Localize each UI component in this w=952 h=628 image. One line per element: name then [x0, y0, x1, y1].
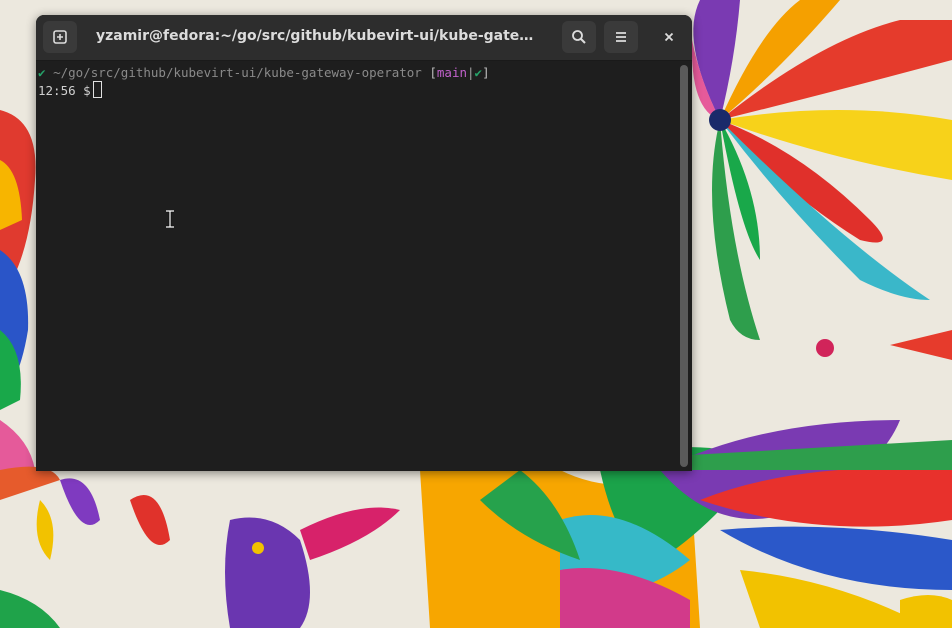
headerbar: yzamir@fedora:~/go/src/github/kubevirt-u… — [36, 15, 692, 61]
prompt-input-line: 12:56 $ — [38, 81, 682, 98]
prompt-status-line: ✔ ~/go/src/github/kubevirt-ui/kube-gatew… — [38, 64, 682, 81]
git-bracket-close: ] — [482, 65, 490, 80]
status-check-mark: ✔ — [38, 65, 46, 80]
hamburger-menu-icon — [616, 32, 626, 42]
terminal-content[interactable]: ✔ ~/go/src/github/kubevirt-ui/kube-gatew… — [36, 61, 682, 471]
prompt-time: 12:56 — [38, 83, 76, 98]
git-bracket-open: [ — [429, 65, 437, 80]
search-button[interactable] — [562, 21, 596, 53]
git-branch: main — [436, 65, 467, 80]
ibeam-cursor-icon — [166, 210, 174, 228]
scrollbar[interactable] — [680, 65, 688, 467]
close-icon — [664, 32, 674, 42]
text-cursor — [92, 81, 102, 98]
search-icon — [572, 30, 586, 44]
close-button[interactable] — [652, 21, 686, 53]
working-directory: ~/go/src/github/kubevirt-ui/kube-gateway… — [53, 65, 422, 80]
git-separator: | — [467, 65, 475, 80]
git-status-mark: ✔ — [474, 65, 483, 80]
window-title: yzamir@fedora:~/go/src/github/kubevirt-u… — [96, 28, 542, 44]
terminal-window: yzamir@fedora:~/go/src/github/kubevirt-u… — [36, 15, 692, 471]
menu-button[interactable] — [604, 21, 638, 53]
new-tab-button[interactable] — [43, 21, 77, 53]
prompt-symbol: $ — [83, 83, 91, 98]
new-tab-icon — [53, 30, 67, 44]
